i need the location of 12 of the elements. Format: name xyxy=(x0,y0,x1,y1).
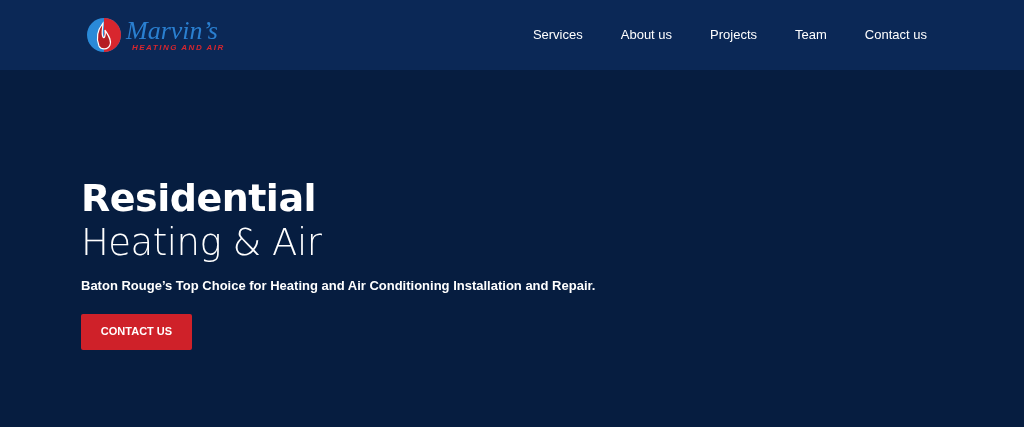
nav-link[interactable]: Team xyxy=(795,25,827,45)
logo-tagline: HEATING AND AIR xyxy=(132,44,225,52)
logo-name: Marvin’s xyxy=(126,18,219,44)
hero-title: Heating & Air xyxy=(81,219,323,266)
nav-link[interactable]: Contact us xyxy=(864,25,927,45)
nav-link[interactable]: About us xyxy=(620,25,673,45)
hero-title: Residential xyxy=(81,178,318,220)
contact-button[interactable]: CONTACT US xyxy=(81,313,192,350)
nav-link[interactable]: Services xyxy=(532,25,583,45)
hero-subtitle: Baton Rouge’s Top Choice for Heating and Air Conditioning Installation and Repair. xyxy=(81,277,597,296)
nav-link[interactable]: Projects xyxy=(710,25,758,45)
flame-logo-icon xyxy=(86,17,122,53)
